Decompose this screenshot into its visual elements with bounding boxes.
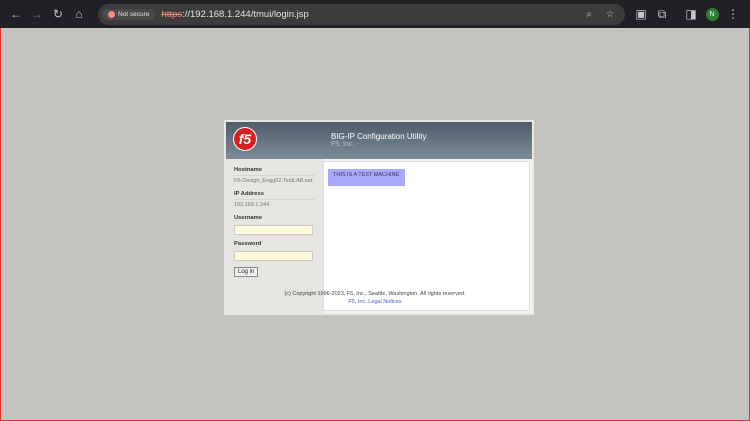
- main-content: THIS IS A TEST MACHINE: [323, 161, 530, 311]
- hostname-label: Hostname: [234, 167, 315, 176]
- forward-button[interactable]: →: [27, 4, 47, 24]
- copyright-text: (c) Copyright 1996-2023, F5, Inc., Seatt…: [284, 291, 466, 297]
- address-bar[interactable]: Not secure https://192.168.1.244/tmui/lo…: [98, 3, 625, 25]
- footer: (c) Copyright 1996-2023, F5, Inc., Seatt…: [0, 290, 750, 306]
- warning-icon: [108, 10, 115, 18]
- hostname-value: F5-Design_Engg02.TestLAB.net: [234, 178, 313, 184]
- password-label: Password: [234, 241, 262, 247]
- username-label: Username: [234, 215, 263, 221]
- extensions-puzzle-icon[interactable]: ⧉: [652, 4, 672, 24]
- side-panel-icon[interactable]: ◨: [681, 4, 701, 24]
- app-title: BIG-IP Configuration Utility: [331, 132, 427, 141]
- back-button[interactable]: ←: [6, 4, 26, 24]
- profile-button[interactable]: N: [702, 4, 722, 24]
- password-input[interactable]: [234, 251, 313, 261]
- ip-label: IP Address: [234, 191, 315, 200]
- reload-button[interactable]: ↻: [48, 4, 68, 24]
- bookmark-star-icon[interactable]: ☆: [600, 4, 620, 24]
- ip-value: 192.168.1.244: [234, 202, 270, 208]
- url-text: ://192.168.1.244/tmui/login.jsp: [182, 8, 309, 20]
- extension-icon[interactable]: ▣: [631, 4, 651, 24]
- url-scheme: https: [161, 8, 183, 20]
- company-name: F5, Inc.: [331, 141, 355, 148]
- security-chip[interactable]: Not secure: [102, 8, 156, 20]
- avatar: N: [705, 7, 719, 21]
- home-button[interactable]: ⌂: [69, 4, 89, 24]
- test-machine-banner: THIS IS A TEST MACHINE: [328, 169, 405, 186]
- zoom-icon[interactable]: ⌕: [579, 4, 599, 24]
- page-content: f5 BIG-IP Configuration Utility F5, Inc.…: [0, 28, 750, 421]
- legal-notices-link[interactable]: F5, Inc. Legal Notices: [348, 299, 401, 305]
- f5-logo: f5: [233, 127, 257, 151]
- login-panel: f5 BIG-IP Configuration Utility F5, Inc.…: [224, 120, 534, 315]
- login-button[interactable]: Log in: [234, 267, 259, 277]
- browser-toolbar: ← → ↻ ⌂ Not secure https://192.168.1.244…: [0, 0, 750, 28]
- menu-icon[interactable]: ⋮: [723, 4, 743, 24]
- header-banner: f5 BIG-IP Configuration Utility F5, Inc.: [226, 122, 532, 159]
- username-input[interactable]: [234, 225, 313, 235]
